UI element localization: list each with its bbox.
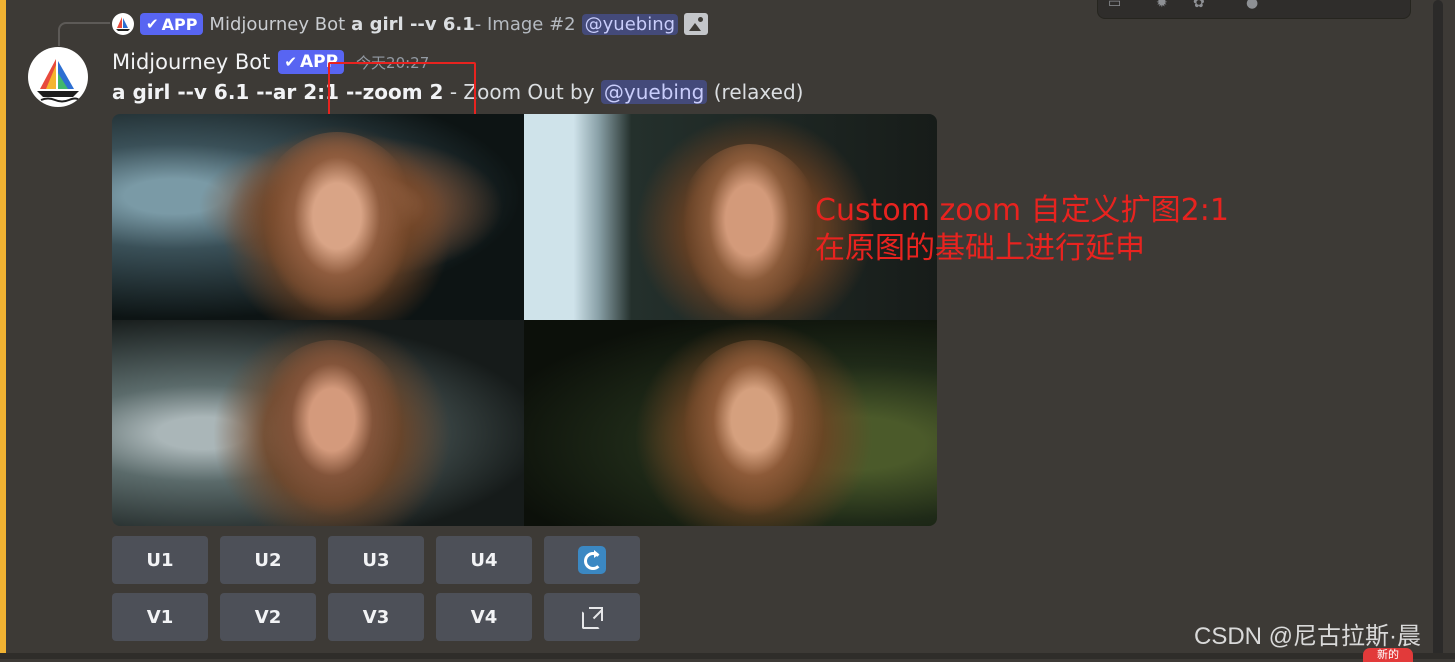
emoji-icon[interactable]: ✹	[1156, 0, 1168, 11]
reply-username[interactable]: Midjourney Bot	[209, 14, 345, 35]
grid-image-1[interactable]	[112, 114, 524, 320]
upscale-1-button[interactable]: U1	[112, 536, 208, 584]
open-web-button[interactable]	[544, 593, 640, 641]
red-annotation: Custom zoom 自定义扩图2:1 在原图的基础上进行延申	[815, 192, 1229, 268]
image-icon	[684, 13, 709, 35]
upscale-2-button[interactable]: U2	[220, 536, 316, 584]
bottom-bar	[0, 653, 1455, 659]
message-hover-toolbar[interactable]: ▭ ✹ ✿ ●	[1097, 0, 1411, 19]
check-icon: ✔	[284, 53, 297, 71]
bot-username[interactable]: Midjourney Bot	[112, 50, 270, 74]
image-grid[interactable]	[112, 114, 937, 526]
annotation-highlight-box	[328, 62, 476, 116]
variation-3-button[interactable]: V3	[328, 593, 424, 641]
check-icon: ✔	[146, 15, 159, 33]
more-icon[interactable]: ●	[1246, 0, 1258, 11]
scrollbar[interactable]	[1433, 0, 1443, 659]
reply-prompt[interactable]: a girl --v 6.1	[351, 14, 475, 35]
reply-mention[interactable]: @yuebing	[581, 13, 679, 35]
variation-1-button[interactable]: V1	[112, 593, 208, 641]
reaction-icon[interactable]: ▭	[1108, 0, 1121, 11]
bot-avatar[interactable]	[28, 47, 88, 107]
app-badge: ✔ APP	[140, 13, 204, 35]
variation-4-button[interactable]: V4	[436, 593, 532, 641]
portrait-face	[674, 144, 824, 320]
annotation-line-1: Custom zoom 自定义扩图2:1	[815, 193, 1229, 228]
new-messages-badge[interactable]: 新的	[1363, 648, 1413, 662]
portrait-face	[252, 340, 412, 526]
mode-text: (relaxed)	[707, 80, 804, 104]
portrait-face	[252, 132, 422, 320]
user-mention[interactable]: @yuebing	[600, 80, 708, 104]
refresh-icon	[578, 546, 606, 574]
emoji-icon-2[interactable]: ✿	[1193, 0, 1205, 11]
annotation-line-2: 在原图的基础上进行延申	[815, 231, 1145, 266]
bot-avatar-small[interactable]	[112, 13, 134, 35]
variation-2-button[interactable]: V2	[220, 593, 316, 641]
reply-spine	[58, 22, 110, 46]
watermark: CSDN @尼古拉斯·晨	[1194, 623, 1422, 650]
grid-image-4[interactable]	[524, 320, 937, 526]
external-link-icon	[582, 607, 603, 629]
upscale-3-button[interactable]: U3	[328, 536, 424, 584]
mention-highlight-bar	[0, 0, 6, 659]
upscale-4-button[interactable]: U4	[436, 536, 532, 584]
reply-suffix[interactable]: - Image #2	[475, 14, 576, 35]
portrait-face	[674, 340, 834, 526]
reply-reference[interactable]: ✔ APP Midjourney Bot a girl --v 6.1 - Ima…	[112, 11, 709, 37]
grid-image-3[interactable]	[112, 320, 524, 526]
reroll-button[interactable]	[544, 536, 640, 584]
